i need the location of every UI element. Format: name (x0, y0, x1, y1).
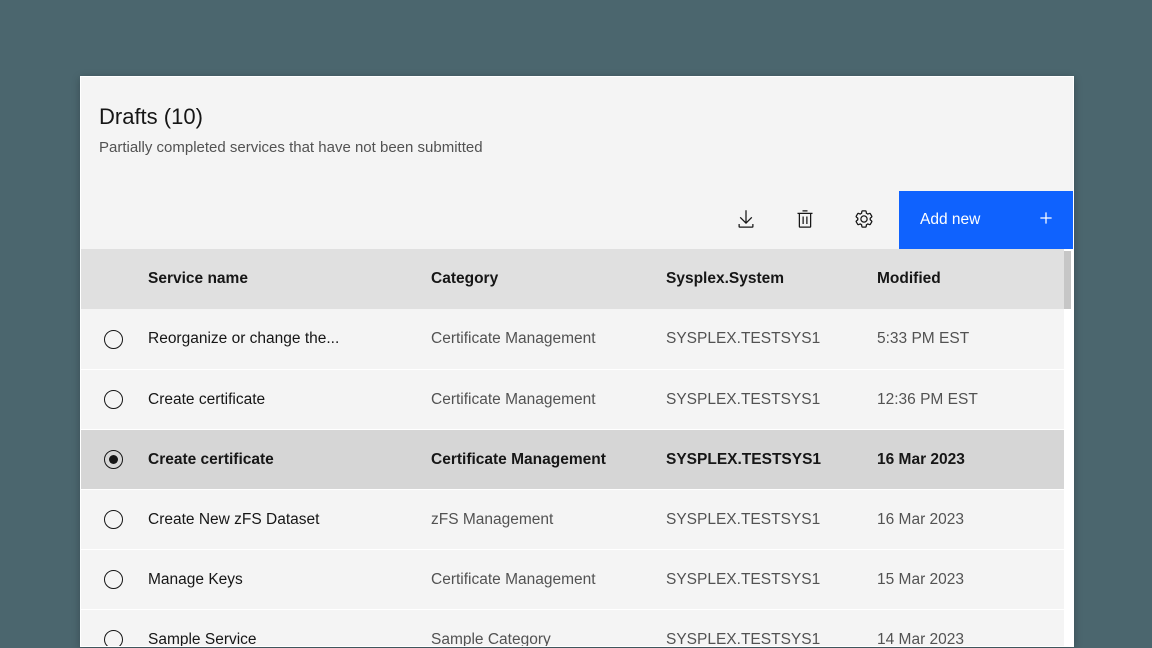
drafts-table: Service name Category Sysplex.System Mod… (81, 249, 1073, 647)
cell-sysplex-system: SYSPLEX.TESTSYS1 (650, 550, 861, 609)
table-scrollbar[interactable] (1064, 249, 1073, 646)
radio-button[interactable] (104, 330, 123, 349)
cell-service-name: Create certificate (131, 430, 415, 489)
settings-button[interactable] (840, 191, 888, 249)
scrollbar-thumb[interactable] (1064, 251, 1071, 309)
cell-modified: 12:36 PM EST (861, 370, 1073, 429)
cell-service-name: Reorganize or change the... (131, 309, 415, 369)
cell-modified: 5:33 PM EST (861, 309, 1073, 369)
radio-button[interactable] (104, 510, 123, 529)
cell-category: Certificate Management (415, 550, 650, 609)
page-subtitle: Partially completed services that have n… (99, 138, 1057, 158)
radio-button[interactable] (104, 630, 123, 647)
cell-modified: 16 Mar 2023 (861, 490, 1073, 549)
table-row[interactable]: Create New zFS Dataset zFS Management SY… (81, 489, 1073, 549)
header-cell-service-name: Service name (131, 249, 415, 309)
cell-sysplex-system: SYSPLEX.TESTSYS1 (650, 610, 861, 647)
cell-service-name: Sample Service (131, 610, 415, 647)
radio-cell (81, 370, 131, 429)
trash-icon (795, 209, 815, 232)
cell-modified: 16 Mar 2023 (861, 430, 1073, 489)
page-title: Drafts (10) (99, 103, 1057, 131)
radio-cell (81, 309, 131, 369)
cell-service-name: Create certificate (131, 370, 415, 429)
cell-sysplex-system: SYSPLEX.TESTSYS1 (650, 370, 861, 429)
cell-category: Certificate Management (415, 430, 650, 489)
cell-category: Sample Category (415, 610, 650, 647)
header-cell-radio (81, 249, 131, 309)
radio-cell (81, 550, 131, 609)
radio-button[interactable] (104, 390, 123, 409)
delete-button[interactable] (781, 191, 829, 249)
radio-cell (81, 430, 131, 489)
cell-sysplex-system: SYSPLEX.TESTSYS1 (650, 490, 861, 549)
add-new-label: Add new (920, 211, 980, 229)
header-cell-modified: Modified (861, 249, 1073, 309)
radio-cell (81, 610, 131, 647)
cell-category: Certificate Management (415, 309, 650, 369)
header-cell-sysplex-system: Sysplex.System (650, 249, 861, 309)
cell-sysplex-system: SYSPLEX.TESTSYS1 (650, 430, 861, 489)
download-button[interactable] (722, 191, 770, 249)
table-row[interactable]: Create certificate Certificate Managemen… (81, 369, 1073, 429)
cell-service-name: Manage Keys (131, 550, 415, 609)
table-body: Reorganize or change the... Certificate … (81, 309, 1073, 647)
radio-cell (81, 490, 131, 549)
add-new-button[interactable]: Add new (899, 191, 1073, 249)
cell-service-name: Create New zFS Dataset (131, 490, 415, 549)
radio-button[interactable] (104, 570, 123, 589)
header-cell-category: Category (415, 249, 650, 309)
cell-category: zFS Management (415, 490, 650, 549)
plus-icon (1036, 208, 1056, 233)
table-row[interactable]: Manage Keys Certificate Management SYSPL… (81, 549, 1073, 609)
drafts-panel: Drafts (10) Partially completed services… (80, 76, 1074, 647)
cell-category: Certificate Management (415, 370, 650, 429)
table-header-row: Service name Category Sysplex.System Mod… (81, 249, 1073, 309)
settings-gear-icon (854, 209, 874, 232)
table-toolbar: Add new (81, 191, 1073, 249)
cell-modified: 15 Mar 2023 (861, 550, 1073, 609)
table-row[interactable]: Reorganize or change the... Certificate … (81, 309, 1073, 369)
download-icon (736, 209, 756, 232)
cell-modified: 14 Mar 2023 (861, 610, 1073, 647)
panel-header: Drafts (10) Partially completed services… (81, 77, 1073, 191)
radio-button[interactable] (104, 450, 123, 469)
cell-sysplex-system: SYSPLEX.TESTSYS1 (650, 309, 861, 369)
table-row[interactable]: Create certificate Certificate Managemen… (81, 429, 1073, 489)
table-row[interactable]: Sample Service Sample Category SYSPLEX.T… (81, 609, 1073, 647)
page: { "colors": { "page_background": "#4b666… (0, 0, 1152, 648)
table-header: Service name Category Sysplex.System Mod… (81, 249, 1073, 309)
